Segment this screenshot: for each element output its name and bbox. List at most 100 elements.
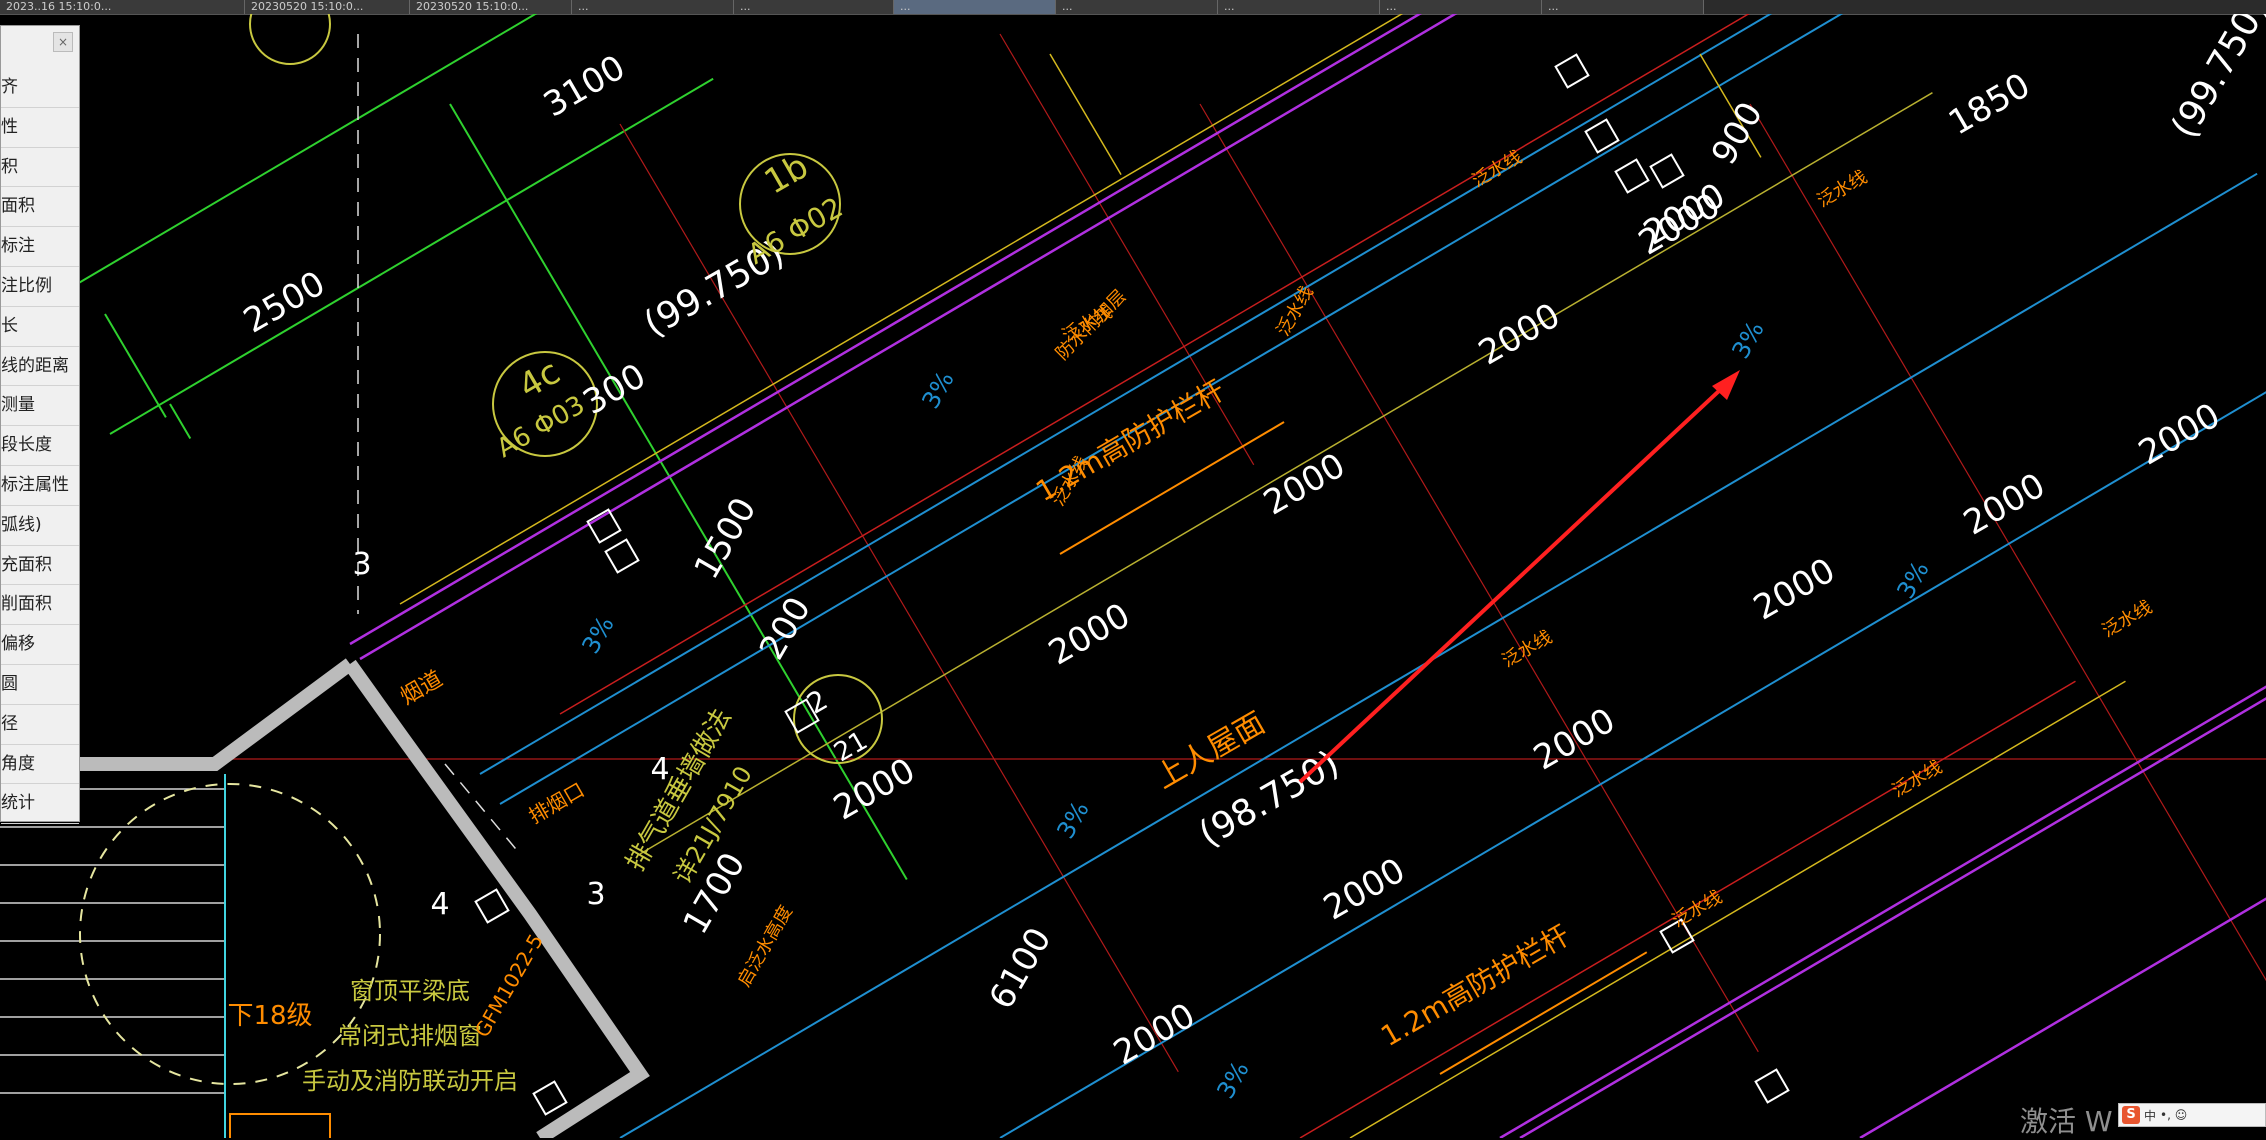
tool-item-15[interactable]: 圆 xyxy=(1,665,79,705)
purple-wall-line xyxy=(1499,685,2266,1138)
tool-item-8[interactable]: 测量 xyxy=(1,386,79,427)
tool-item-3[interactable]: 面积 xyxy=(1,187,79,228)
tool-item-7[interactable]: 线的距离 xyxy=(1,347,79,387)
vent-square xyxy=(1754,1068,1790,1104)
misc-label: 泛水线 xyxy=(1469,147,1526,192)
drawing-tab-5[interactable]: ... xyxy=(894,0,1056,14)
tool-item-2[interactable]: 积 xyxy=(1,148,79,188)
tool-panel: × 齐性积面积 标注 注比例长线的距离 测量 段长度 标注属性 弧线) 充面积 削面积 偏移圆径角… xyxy=(0,25,80,825)
tool-item-1[interactable]: 性 xyxy=(1,108,79,148)
dimension-text: 1850 xyxy=(1942,66,2037,144)
red-line xyxy=(559,14,1750,715)
dimension-text: 6100 xyxy=(982,921,1060,1016)
dimension-text: 2000 xyxy=(1472,296,1567,374)
tool-item-16[interactable]: 径 xyxy=(1,705,79,745)
slope-label: 3% xyxy=(1051,797,1094,844)
tool-item-6[interactable]: 长 xyxy=(1,307,79,347)
vent-square xyxy=(1554,53,1590,89)
tool-item-12[interactable]: 充面积 xyxy=(1,546,79,586)
tool-item-5[interactable]: 注比例 xyxy=(1,267,79,307)
dimension-text: 2000 xyxy=(1042,596,1137,674)
slope-label: 3% xyxy=(1211,1057,1254,1104)
exhaust-label: 排烟口 xyxy=(525,778,589,829)
tool-item-17[interactable]: 角度 xyxy=(1,745,79,785)
dimension-text: 900 xyxy=(1704,95,1771,171)
misc-label: 泛水线 xyxy=(1499,627,1556,672)
drawing-tab-4[interactable]: ... xyxy=(734,0,894,14)
vent-square xyxy=(474,888,510,924)
flue-label: 烟道 xyxy=(396,667,447,711)
tool-item-13[interactable]: 削面积 xyxy=(1,585,79,626)
drawing-tab-7[interactable]: ... xyxy=(1218,0,1380,14)
tool-item-10[interactable]: 标注属性 xyxy=(1,466,79,506)
vent-square xyxy=(1649,153,1685,189)
cad-drawing-canvas[interactable]: 3100250030015002002000200020002000200020… xyxy=(0,14,2266,1138)
section-mark: 4 xyxy=(430,887,449,922)
tool-item-11[interactable]: 弧线) xyxy=(1,506,79,546)
drawing-tab-1[interactable]: 20230520 15:10:0... xyxy=(245,0,410,14)
tool-item-9[interactable]: 段长度 xyxy=(1,426,79,466)
drawing-tab-0[interactable]: 2023..16 15:10:0... xyxy=(0,0,245,14)
activation-watermark: 激活 W xyxy=(2020,1105,2113,1138)
misc-label: 泛水线 xyxy=(1814,167,1871,212)
vent-square xyxy=(604,538,640,574)
tool-item-14[interactable]: 偏移 xyxy=(1,625,79,665)
drawing-tab-2[interactable]: 20230520 15:10:0... xyxy=(410,0,572,14)
dimension-text: 2000 xyxy=(2132,396,2227,474)
misc-label: 泛水线 xyxy=(1889,757,1946,802)
tool-item-18[interactable]: 统计 xyxy=(1,784,79,825)
elevation-text: (99.750) xyxy=(2164,14,2266,145)
drawing-tab-6[interactable]: ... xyxy=(1056,0,1218,14)
dimension-text: 3100 xyxy=(537,48,632,126)
ime-toolbar[interactable]: S 中 •, ☺ xyxy=(2118,1103,2266,1127)
window-note: 窗顶平梁底 xyxy=(350,977,470,1005)
purple-wall-line xyxy=(1519,697,2266,1138)
yellow-line xyxy=(1349,680,2126,1138)
drawing-texts: 3100250030015002002000200020002000200020… xyxy=(227,14,2266,1103)
detail-bubble xyxy=(249,14,331,65)
dimension-text: 2000 xyxy=(1257,446,1352,524)
green-grid-line xyxy=(104,313,167,418)
tool-list: 齐性积面积 标注 注比例长线的距离 测量 段长度 标注属性 弧线) 充面积 削面积 偏移圆径角度统… xyxy=(1,68,79,825)
tool-item-0[interactable]: 齐 xyxy=(1,68,79,108)
close-icon[interactable]: × xyxy=(53,32,73,52)
blue-line xyxy=(479,14,1773,775)
roof-label: 上人屋面 xyxy=(1150,706,1271,796)
green-grid-line xyxy=(59,14,538,295)
misc-label: 启泛水高度 xyxy=(734,902,797,990)
window-mark xyxy=(229,1113,331,1138)
drawing-tab-bar: 2023..16 15:10:0... 20230520 15:10:0... 20… xyxy=(0,0,2266,15)
section-mark: 4 xyxy=(650,752,669,787)
vent-square xyxy=(532,1080,568,1116)
window-note: 常闭式排烟窗 xyxy=(338,1022,482,1050)
tool-item-4[interactable]: 标注 xyxy=(1,227,79,267)
window-note: 手动及消防联动开启 xyxy=(302,1067,518,1095)
dimension-text: 2500 xyxy=(237,264,332,342)
door-tag: GFM1022-5 xyxy=(470,930,548,1042)
slope-label: 3% xyxy=(1891,557,1934,604)
misc-label: 泛水线 xyxy=(2099,597,2156,642)
dimension-text: 200 xyxy=(752,590,819,666)
dimension-text: 2000 xyxy=(1317,851,1412,929)
dimension-text: 2000 xyxy=(1957,466,2052,544)
drawing-tab-8[interactable]: ... xyxy=(1380,0,1542,14)
ime-extra: •, ☺ xyxy=(2160,1108,2188,1122)
yellow-line xyxy=(1049,53,1122,176)
sogou-icon[interactable]: S xyxy=(2122,1106,2140,1124)
ime-mode[interactable]: 中 xyxy=(2144,1107,2156,1124)
misc-label: 泛水线 xyxy=(1273,283,1318,340)
vent-square xyxy=(1614,158,1650,194)
dimension-text: 1500 xyxy=(687,491,765,586)
bubble-text: 2 xyxy=(801,683,833,720)
drawing-tab-9[interactable]: ... xyxy=(1542,0,1704,14)
stair-label: 下18级 xyxy=(227,1001,312,1031)
dimension-text: 2000 xyxy=(1527,701,1622,779)
dimension-text: 2000 xyxy=(1107,996,1202,1074)
slope-label: 3% xyxy=(1726,317,1769,364)
section-mark: 3 xyxy=(586,877,605,912)
slope-label: 3% xyxy=(576,612,619,659)
misc-label: 泛水线 xyxy=(1669,887,1726,932)
dimension-text: 2000 xyxy=(1747,551,1842,629)
green-grid-line xyxy=(169,403,192,439)
drawing-tab-3[interactable]: ... xyxy=(572,0,734,14)
